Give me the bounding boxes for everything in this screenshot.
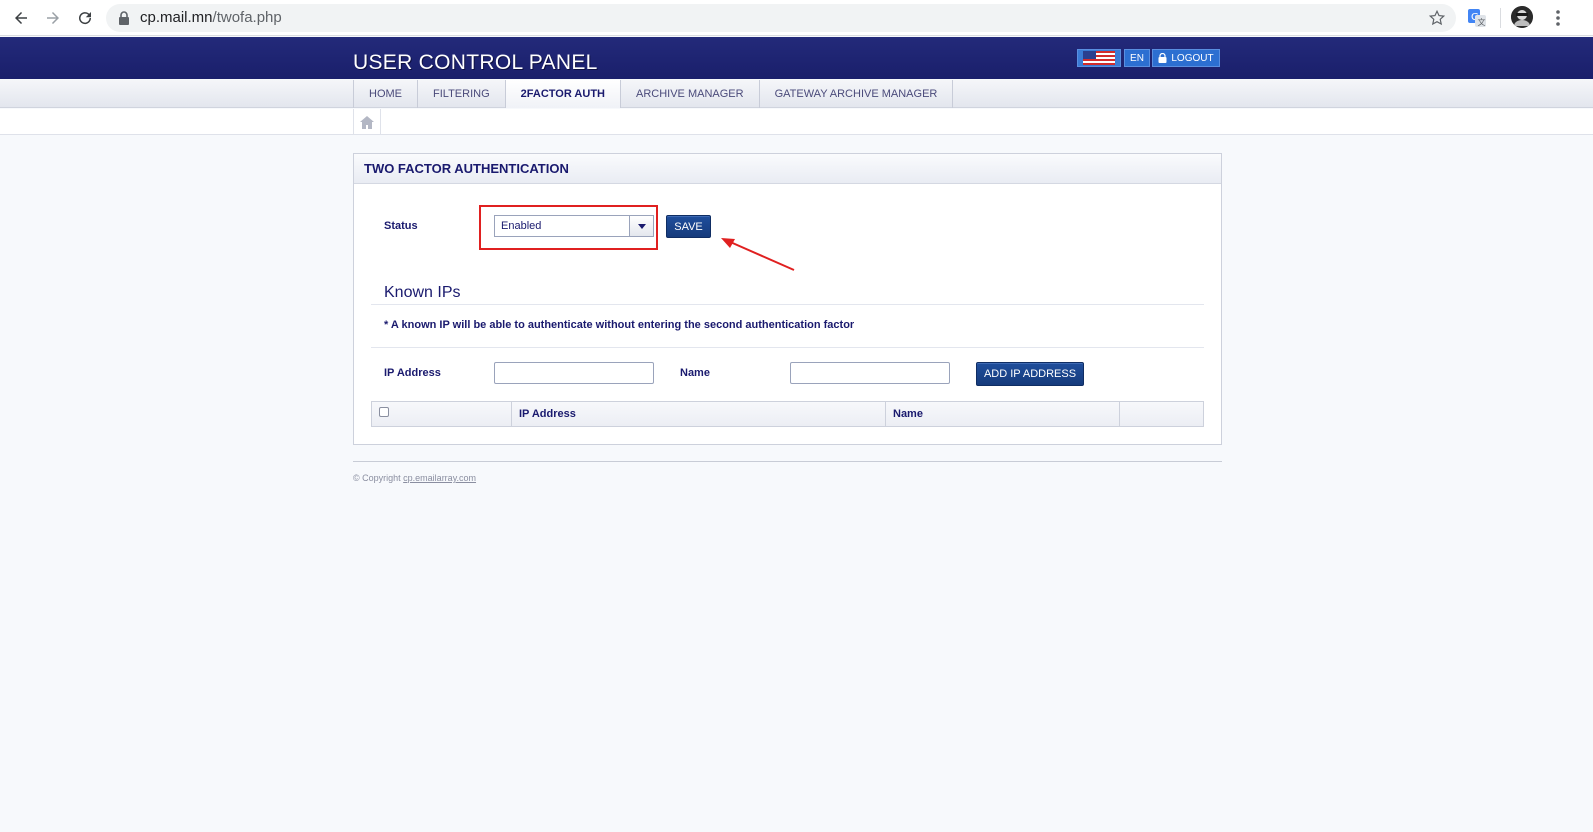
language-code-button[interactable]: EN xyxy=(1124,49,1150,67)
save-button[interactable]: SAVE xyxy=(666,215,711,238)
caret-down-icon xyxy=(637,223,646,229)
toolbar-divider xyxy=(1500,8,1501,28)
logout-label: LOGOUT xyxy=(1171,52,1214,64)
svg-text:文: 文 xyxy=(1478,17,1486,27)
tab-2factor-auth[interactable]: 2FACTOR AUTH xyxy=(505,80,621,108)
arrow-right-icon xyxy=(47,12,59,24)
ip-address-input[interactable] xyxy=(494,362,654,384)
tab-filtering[interactable]: FILTERING xyxy=(418,80,506,108)
footer-divider xyxy=(353,461,1222,462)
profile-avatar-icon[interactable] xyxy=(1511,6,1533,28)
tab-archive-manager[interactable]: ARCHIVE MANAGER xyxy=(621,80,760,108)
forward-button[interactable] xyxy=(41,6,65,30)
padlock-icon xyxy=(1158,53,1167,63)
tab-gateway-archive-manager[interactable]: GATEWAY ARCHIVE MANAGER xyxy=(760,80,954,108)
us-flag-icon xyxy=(1083,51,1115,65)
name-label: Name xyxy=(680,367,710,379)
panel-title: TWO FACTOR AUTHENTICATION xyxy=(354,154,1221,184)
known-ip-note: * A known IP will be able to authenticat… xyxy=(384,319,855,331)
reload-button[interactable] xyxy=(73,6,97,30)
dropdown-arrow[interactable] xyxy=(629,216,653,236)
bookmark-star-icon[interactable] xyxy=(1428,9,1446,27)
language-flag-button[interactable] xyxy=(1077,49,1121,67)
copyright-link[interactable]: cp.emailarray.com xyxy=(403,473,476,483)
select-all-checkbox[interactable] xyxy=(379,407,389,417)
logout-button[interactable]: LOGOUT xyxy=(1152,49,1220,67)
name-input[interactable] xyxy=(790,362,950,384)
table-header-name: Name xyxy=(886,402,1120,426)
add-ip-address-button[interactable]: ADD IP ADDRESS xyxy=(976,362,1084,386)
copyright-text: © Copyright cp.emailarray.com xyxy=(353,473,477,483)
status-select[interactable]: Enabled xyxy=(494,215,654,237)
home-icon xyxy=(360,115,374,129)
address-bar[interactable]: cp.mail.mn/twofa.php xyxy=(106,4,1456,32)
table-header-ip-address: IP Address xyxy=(512,402,886,426)
more-vert-icon[interactable] xyxy=(1548,8,1568,28)
lock-icon xyxy=(119,11,129,25)
reload-icon xyxy=(79,12,92,25)
site-header: USER CONTROL PANEL EN LOGOUT xyxy=(0,37,1593,79)
tab-home[interactable]: HOME xyxy=(354,80,418,108)
note-divider xyxy=(371,347,1204,348)
status-label: Status xyxy=(384,220,418,232)
known-ips-table: IP Address Name xyxy=(371,401,1204,427)
site-title: USER CONTROL PANEL xyxy=(353,51,598,74)
main-nav: HOME FILTERING 2FACTOR AUTH ARCHIVE MANA… xyxy=(0,80,1593,108)
table-header-select xyxy=(372,402,512,426)
red-arrow-annotation-icon xyxy=(721,238,795,271)
breadcrumb xyxy=(0,109,1593,135)
breadcrumb-home[interactable] xyxy=(353,109,381,135)
url-text: cp.mail.mn/twofa.php xyxy=(140,9,282,26)
status-selected-value: Enabled xyxy=(501,220,542,232)
known-ips-heading: Known IPs xyxy=(384,284,461,301)
browser-toolbar: cp.mail.mn/twofa.php G文 xyxy=(0,0,1593,36)
arrow-left-icon xyxy=(15,12,27,24)
back-button[interactable] xyxy=(9,6,33,30)
translate-icon[interactable]: G文 xyxy=(1467,8,1487,28)
ip-address-label: IP Address xyxy=(384,367,441,379)
section-divider xyxy=(371,304,1204,305)
table-header-actions xyxy=(1120,402,1203,426)
